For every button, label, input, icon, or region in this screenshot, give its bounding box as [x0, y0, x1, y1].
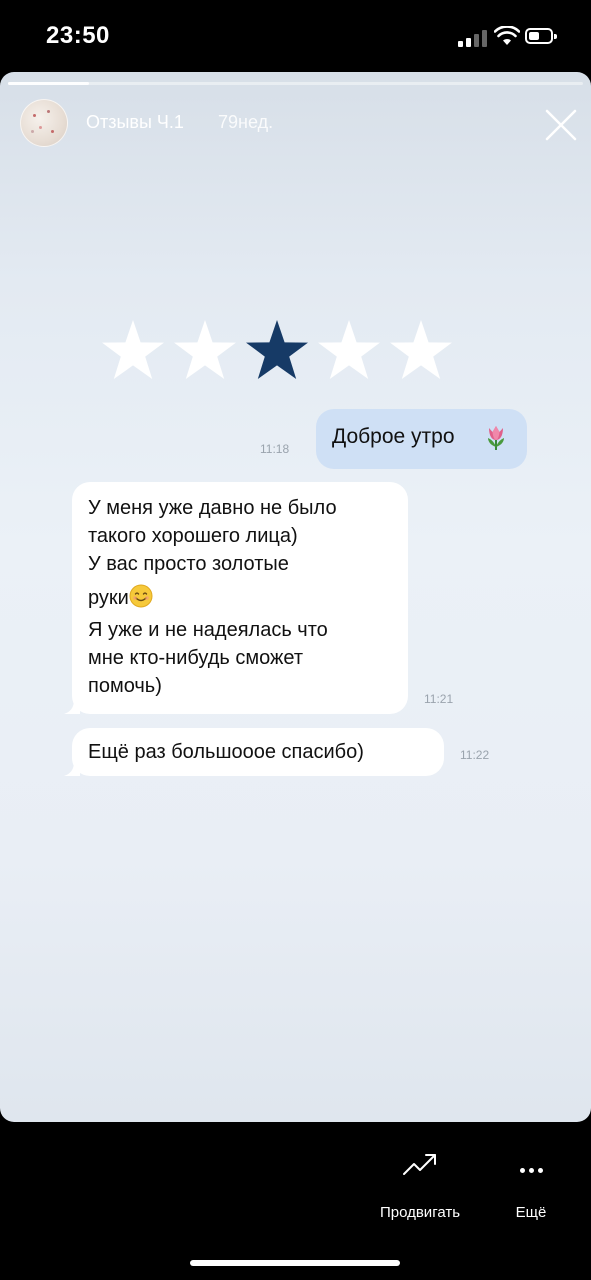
bubble-tail [64, 700, 80, 714]
bubble-tail [64, 762, 80, 776]
close-button[interactable] [541, 105, 581, 145]
message-line: мне кто-нибудь сможет [88, 647, 304, 669]
outgoing-message: Доброе утро [316, 409, 527, 469]
message-line: У меня уже давно не было [88, 497, 337, 519]
rating-stars [100, 318, 460, 388]
message-text: Ещё раз большооое спасибо) [88, 741, 364, 763]
promote-label: Продвигать [379, 1204, 461, 1221]
trending-up-icon [403, 1154, 436, 1175]
message-line: Я уже и не надеялась что [88, 619, 328, 641]
bottom-bar: Продвигать Ещё [0, 1122, 591, 1280]
message-time: 11:18 [260, 442, 290, 456]
promote-button[interactable]: Продвигать [370, 1152, 470, 1222]
status-bar: 23:50 [0, 0, 591, 72]
message-line: помочь) [88, 675, 162, 697]
cellular-signal-icon [458, 29, 488, 47]
smiling-face-icon [129, 584, 153, 608]
more-label: Ещё [515, 1204, 547, 1221]
star-icon-4 [318, 320, 380, 379]
story-age: 79нед. [218, 112, 274, 132]
story-progress-bar [8, 82, 583, 85]
message-time: 11:22 [460, 748, 490, 762]
star-icon-2 [174, 320, 236, 379]
story-progress-fill [8, 82, 89, 85]
wifi-icon [494, 26, 520, 45]
star-icon-1 [102, 320, 164, 379]
message-text: Доброе утро [332, 425, 455, 448]
story-title[interactable]: Отзывы Ч.1 [86, 112, 184, 133]
star-icon-5 [390, 320, 452, 379]
message-time: 11:21 [424, 692, 454, 706]
close-icon [545, 109, 577, 141]
message-line: руки [88, 587, 129, 609]
incoming-message: У меня уже давно не было такого хорошего… [72, 482, 408, 714]
status-time: 23:50 [46, 22, 110, 49]
more-dots-icon [520, 1168, 544, 1174]
home-indicator[interactable] [190, 1260, 400, 1266]
tulip-icon [488, 426, 504, 450]
star-icon-3 [246, 320, 308, 379]
story-card[interactable]: Отзывы Ч.1 79нед. 11:18 Доброе утро У ме… [0, 72, 591, 1122]
more-button[interactable]: Ещё [508, 1152, 554, 1222]
avatar[interactable] [20, 99, 68, 147]
message-line: У вас просто золотые [88, 553, 289, 575]
battery-icon [525, 28, 557, 44]
incoming-message: Ещё раз большооое спасибо) [72, 728, 444, 776]
message-line: такого хорошего лица) [88, 525, 298, 547]
